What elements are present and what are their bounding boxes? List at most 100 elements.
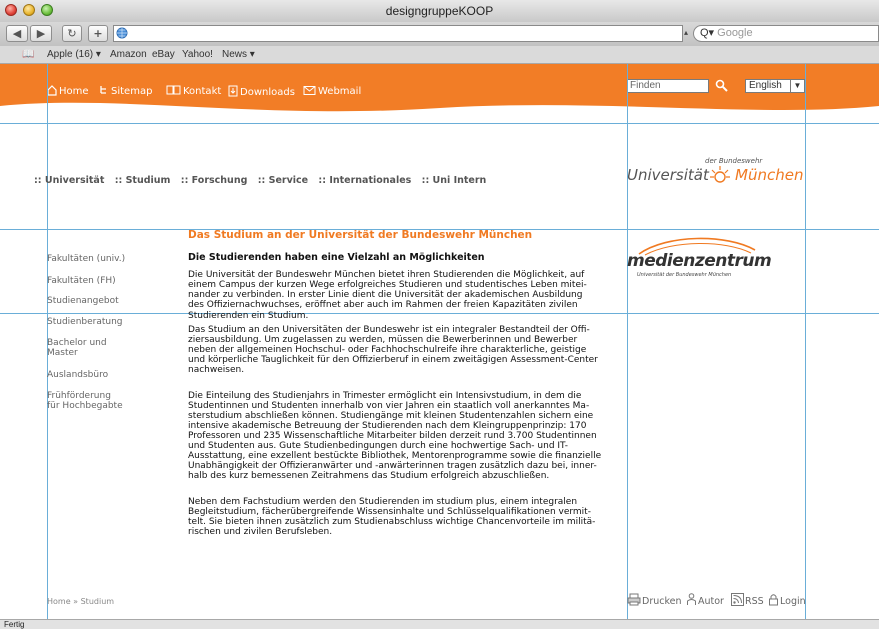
nav-sitemap[interactable]: Sitemap [99, 85, 152, 97]
content-paragraph: Das Studium an den Universitäten der Bun… [188, 325, 608, 375]
text-line: und Studenten aus. Gute Studienbedingung… [188, 441, 568, 451]
text-line: Die Einteilung des Studienjahrs in Trime… [188, 391, 582, 401]
logo-medien-sub: Universität der Bundeswehr München [637, 272, 732, 278]
sidebar-item-label: Studienberatung [47, 317, 123, 327]
mainnav-forschung[interactable]: :: Forschung [181, 175, 248, 186]
person-icon [687, 593, 696, 605]
nav-home[interactable]: Home [47, 85, 89, 97]
sidebar-item-label: Auslandsbüro [47, 370, 109, 380]
status-bar: Fertig [0, 619, 879, 629]
nav-kontakt[interactable]: Kontakt [166, 85, 221, 97]
sidebar-item-label: Bachelor und [47, 338, 107, 348]
mainnav-service[interactable]: :: Service [258, 175, 308, 186]
back-arrow-icon: ◀ [12, 27, 22, 40]
mainnav-universitaet[interactable]: :: Universität [34, 175, 104, 186]
logo-medien-word: medienzentrum [627, 251, 772, 271]
sidebar-item-bachelor-master[interactable]: Bachelor und Master [47, 338, 107, 358]
sun-emblem-icon [710, 166, 730, 183]
nav-webmail[interactable]: Webmail [303, 85, 361, 97]
sidebar-item-label: für Hochbegabte [47, 401, 123, 411]
text-line: Studentinnen und Studenten innerhalb von… [188, 401, 590, 411]
sidebar-item-fruehfoerderung[interactable]: Frühförderung für Hochbegabte [47, 391, 123, 411]
sidebar-item-fakultaeten-fh[interactable]: Fakultäten (FH) [47, 276, 116, 286]
print-link[interactable]: Drucken [627, 593, 682, 607]
text-line: rischen und zivilen Berufsleben. [188, 527, 333, 537]
bookmark-ebay[interactable]: eBay [152, 49, 175, 60]
text-line: und körperliche Tauglichkeit für den Off… [188, 355, 598, 365]
bookmark-yahoo[interactable]: Yahoo! [182, 49, 213, 60]
text-line: sterstudium abschließen können. Studieng… [188, 411, 594, 421]
back-button[interactable]: ◀ [6, 25, 28, 42]
mainnav-studium[interactable]: :: Studium [115, 175, 171, 186]
sidebar-item-label: Fakultäten (univ.) [47, 254, 126, 264]
mainnav-uni-intern[interactable]: :: Uni Intern [422, 175, 487, 186]
search-icon[interactable] [715, 79, 729, 93]
layout-guide [0, 123, 879, 124]
medienzentrum-logo[interactable]: medienzentrum Universität der Bundeswehr… [627, 236, 772, 282]
sidebar-item-studienberatung[interactable]: Studienberatung [47, 317, 123, 327]
site-search-input[interactable]: Finden [627, 79, 709, 93]
text-line: intensive akademische Betreuung der Stud… [188, 421, 587, 431]
text-line: nander zu verbinden. In erster Linie die… [188, 290, 583, 300]
layout-guide [627, 64, 628, 619]
text-line: einem Campus der kurzen Wege erfolgreich… [188, 280, 587, 290]
lock-icon [769, 594, 778, 606]
language-selected-value: English [749, 80, 782, 91]
text-line: halb des kurz bemessenen Zeitrahmens das… [188, 471, 550, 481]
text-line: des Offiziernachwuchses, eröffnet aber a… [188, 300, 578, 310]
layout-guide [805, 64, 806, 619]
plus-icon: + [93, 27, 103, 40]
text-line: Studierenden ein Studium. [188, 311, 309, 321]
browser-search-input[interactable]: Q▾ Google [693, 25, 879, 42]
bookmarks-bar: 📖 Apple (16) ▾ Amazon eBay Yahoo! News ▾ [0, 46, 879, 64]
text-line: Die Universität der Bundeswehr München b… [188, 270, 585, 280]
sidebar-item-studienangebot[interactable]: Studienangebot [47, 296, 119, 306]
chevron-down-icon: ▼ [790, 80, 804, 92]
reload-button[interactable]: ↻ [62, 25, 82, 42]
mail-icon [303, 86, 316, 95]
window-title: designgruppeKOOP [385, 4, 494, 18]
content-paragraph: Die Universität der Bundeswehr München b… [188, 270, 608, 321]
text-line: telt. Sie bieten ihnen zusätzlich zum St… [188, 517, 596, 527]
sidebar-item-label: Master [47, 348, 78, 358]
text-line: neben der allgemeinen Hochschul- oder Fa… [188, 345, 587, 355]
reload-icon: ↻ [67, 27, 77, 40]
text-line: Begleitstudium, fächerübergreifende Wiss… [188, 507, 591, 517]
breadcrumb[interactable]: Home » Studium [47, 597, 114, 606]
address-bar[interactable] [113, 25, 683, 42]
nav-downloads[interactable]: Downloads [228, 85, 295, 98]
text-line: ziersausbildung. Um zugelassen zu werden… [188, 335, 578, 345]
text-line: Ausstattung, eine exzellent bestückte Bi… [188, 451, 602, 461]
bookmark-news[interactable]: News ▾ [222, 49, 255, 60]
login-link[interactable]: Login [768, 593, 806, 607]
book-icon[interactable]: 📖 [22, 49, 34, 60]
text-line: nachweisen. [188, 365, 245, 375]
bookmark-amazon[interactable]: Amazon [110, 49, 147, 60]
content-subheading: Die Studierenden haben eine Vielzahl an … [188, 252, 485, 263]
mainnav-internationales[interactable]: :: Internationales [318, 175, 411, 186]
address-dropdown-icon[interactable]: ▴ [684, 28, 688, 37]
forward-button[interactable]: ▶ [30, 25, 52, 42]
add-bookmark-button[interactable]: + [88, 25, 108, 42]
sidebar-item-auslandsbuero[interactable]: Auslandsbüro [47, 370, 108, 380]
author-link[interactable]: Autor [686, 593, 724, 607]
text-line: Professoren und 235 Wissenschaftliche Mi… [188, 431, 597, 441]
sidebar-item-label: Fakultäten (FH) [47, 276, 116, 286]
sitemap-icon [100, 86, 106, 94]
page-title: Das Studium an der Universität der Bunde… [188, 229, 533, 241]
sidebar-item-fakultaeten-univ[interactable]: Fakultäten (univ.) [47, 254, 125, 264]
globe-icon [116, 27, 128, 39]
text-line: Neben dem Fachstudium werden den Studier… [188, 497, 578, 507]
contact-card-icon [166, 85, 181, 95]
title-bar: designgruppeKOOP [0, 0, 879, 23]
rss-link[interactable]: RSS [731, 593, 764, 607]
text-line: Das Studium an den Universitäten der Bun… [188, 325, 590, 335]
university-logo[interactable]: der Bundeswehr Universität München [627, 157, 807, 197]
bookmark-apple[interactable]: Apple (16) ▾ [47, 49, 101, 60]
language-select[interactable]: English ▼ [745, 79, 805, 93]
search-placeholder: Google [717, 27, 753, 39]
sidebar-item-label: Frühförderung [47, 391, 111, 401]
logo-word-right: München [735, 166, 804, 184]
sidebar-item-label: Studienangebot [47, 296, 119, 306]
main-navigation: :: Universität :: Studium :: Forschung :… [34, 175, 493, 186]
